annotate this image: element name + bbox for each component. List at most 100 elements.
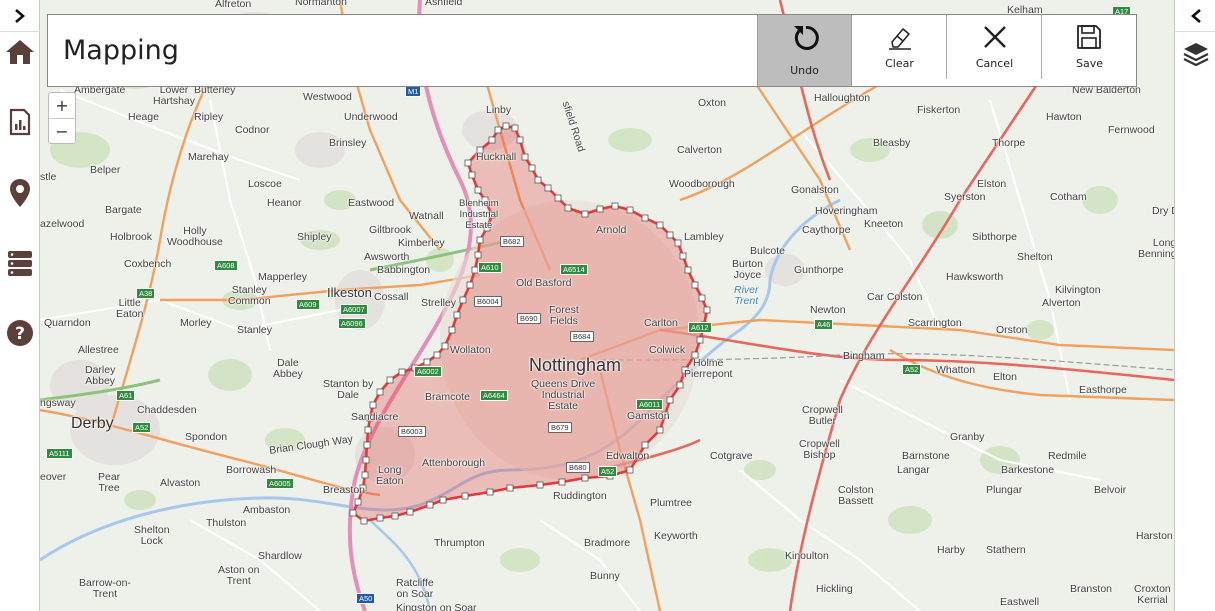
polygon-vertex-handle[interactable] [691, 281, 699, 289]
polygon-vertex-handle[interactable] [696, 336, 704, 344]
nav-data[interactable] [0, 243, 40, 283]
expand-sidebar-button[interactable] [0, 0, 40, 32]
polygon-vertex-handle[interactable] [423, 358, 431, 366]
polygon-vertex-handle[interactable] [581, 210, 589, 218]
road-shield-b680: B680 [566, 462, 590, 473]
cancel-button[interactable]: Cancel [947, 15, 1042, 86]
road-shield-a52-east: A52 [902, 364, 922, 375]
road-shield-a52-west: A52 [132, 422, 152, 433]
polygon-vertex-handle[interactable] [363, 441, 371, 449]
polygon-vertex-handle[interactable] [679, 252, 687, 260]
polygon-vertex-handle[interactable] [476, 236, 484, 244]
polygon-vertex-handle[interactable] [684, 266, 692, 274]
polygon-vertex-handle[interactable] [468, 171, 476, 179]
polygon-vertex-handle[interactable] [364, 426, 372, 434]
polygon-vertex-handle[interactable] [386, 376, 394, 384]
polygon-vertex-handle[interactable] [453, 311, 461, 319]
polygon-vertex-handle[interactable] [464, 159, 472, 167]
road-shield-b690: B690 [517, 313, 541, 324]
polygon-vertex-handle[interactable] [641, 214, 649, 222]
right-sidebar [1174, 0, 1215, 611]
polygon-vertex-handle[interactable] [466, 281, 474, 289]
polygon-vertex-handle[interactable] [398, 368, 406, 376]
polygon-vertex-handle[interactable] [554, 194, 562, 202]
nav-home[interactable] [0, 32, 40, 72]
polygon-vertex-handle[interactable] [581, 474, 589, 482]
label-stanley: Stanley [237, 324, 273, 336]
polygon-vertex-handle[interactable] [474, 251, 482, 259]
label-forest-fields: Forest Fields [549, 304, 579, 327]
polygon-vertex-handle[interactable] [362, 456, 370, 464]
polygon-vertex-handle[interactable] [564, 204, 572, 212]
polygon-vertex-handle[interactable] [626, 206, 634, 214]
polygon-vertex-handle[interactable] [641, 441, 649, 449]
nav-locations[interactable] [0, 173, 40, 213]
polygon-vertex-handle[interactable] [448, 326, 456, 334]
label-codnor: Codnor [235, 124, 270, 136]
label-gonalston: Gonalston [791, 184, 839, 196]
label-hawksworth: Hawksworth [946, 271, 1004, 283]
polygon-vertex-handle[interactable] [486, 488, 494, 496]
save-button[interactable]: Save [1042, 15, 1137, 86]
polygon-vertex-handle[interactable] [558, 478, 566, 486]
road-shield-a61: A61 [116, 390, 136, 401]
polygon-vertex-handle[interactable] [676, 381, 684, 389]
polygon-vertex-handle[interactable] [596, 205, 604, 213]
label-easthorpe: Easthorpe [1079, 384, 1127, 396]
polygon-vertex-handle[interactable] [611, 202, 619, 210]
expand-right-panel-button[interactable] [1175, 0, 1215, 32]
map-canvas[interactable]: Alfreton Normanton Ashfield Kelham Amber… [40, 0, 1174, 611]
label-awsworth: Awsworth [364, 251, 410, 263]
layers-button[interactable] [1175, 36, 1215, 72]
polygon-vertex-handle[interactable] [666, 231, 674, 239]
polygon-vertex-handle[interactable] [406, 508, 414, 516]
polygon-vertex-handle[interactable] [528, 164, 536, 172]
polygon-vertex-handle[interactable] [656, 426, 664, 434]
label-burton-joyce: Burton Joyce [732, 258, 763, 281]
polygon-vertex-handle[interactable] [511, 124, 519, 132]
polygon-vertex-handle[interactable] [459, 296, 467, 304]
nav-reports[interactable] [0, 102, 40, 142]
label-keyworth: Keyworth [654, 530, 698, 542]
polygon-vertex-handle[interactable] [488, 136, 496, 144]
undo-button[interactable]: Undo [757, 15, 852, 86]
polygon-vertex-handle[interactable] [626, 466, 634, 474]
polygon-vertex-handle[interactable] [534, 176, 542, 184]
clear-button[interactable]: Clear [852, 15, 947, 86]
polygon-vertex-handle[interactable] [391, 512, 399, 520]
zoom-in-button[interactable]: + [49, 93, 75, 118]
polygon-vertex-handle[interactable] [703, 306, 711, 314]
polygon-vertex-handle[interactable] [502, 122, 510, 130]
zoom-control: + − [48, 92, 76, 144]
polygon-vertex-handle[interactable] [354, 498, 362, 506]
polygon-vertex-handle[interactable] [474, 186, 482, 194]
polygon-vertex-handle[interactable] [361, 471, 369, 479]
polygon-vertex-handle[interactable] [506, 484, 514, 492]
mapping-toolbar: Mapping Undo Clear Cancel Save [47, 14, 1137, 87]
polygon-vertex-handle[interactable] [698, 294, 706, 302]
polygon-vertex-handle[interactable] [674, 239, 682, 247]
polygon-vertex-handle[interactable] [536, 481, 544, 489]
nav-help[interactable]: ? [0, 313, 40, 353]
polygon-vertex-handle[interactable] [426, 501, 434, 509]
polygon-vertex-handle[interactable] [376, 514, 384, 522]
polygon-vertex-handle[interactable] [369, 401, 377, 409]
polygon-vertex-handle[interactable] [376, 388, 384, 396]
polygon-vertex-handle[interactable] [494, 126, 502, 134]
label-kilvington: Kilvington [1055, 284, 1101, 296]
polygon-vertex-handle[interactable] [441, 342, 449, 350]
polygon-vertex-handle[interactable] [656, 221, 664, 229]
polygon-vertex-handle[interactable] [516, 136, 524, 144]
label-cotham: Cotham [1050, 191, 1087, 203]
polygon-vertex-handle[interactable] [349, 509, 357, 517]
label-attenborough: Attenborough [422, 457, 486, 469]
polygon-vertex-handle[interactable] [521, 153, 529, 161]
polygon-vertex-handle[interactable] [360, 517, 368, 525]
polygon-vertex-handle[interactable] [544, 184, 552, 192]
label-marehay: Marehay [188, 151, 229, 163]
polygon-vertex-handle[interactable] [666, 396, 674, 404]
polygon-vertex-handle[interactable] [461, 492, 469, 500]
zoom-out-button[interactable]: − [49, 118, 75, 143]
polygon-vertex-handle[interactable] [439, 496, 447, 504]
polygon-vertex-handle[interactable] [433, 351, 441, 359]
